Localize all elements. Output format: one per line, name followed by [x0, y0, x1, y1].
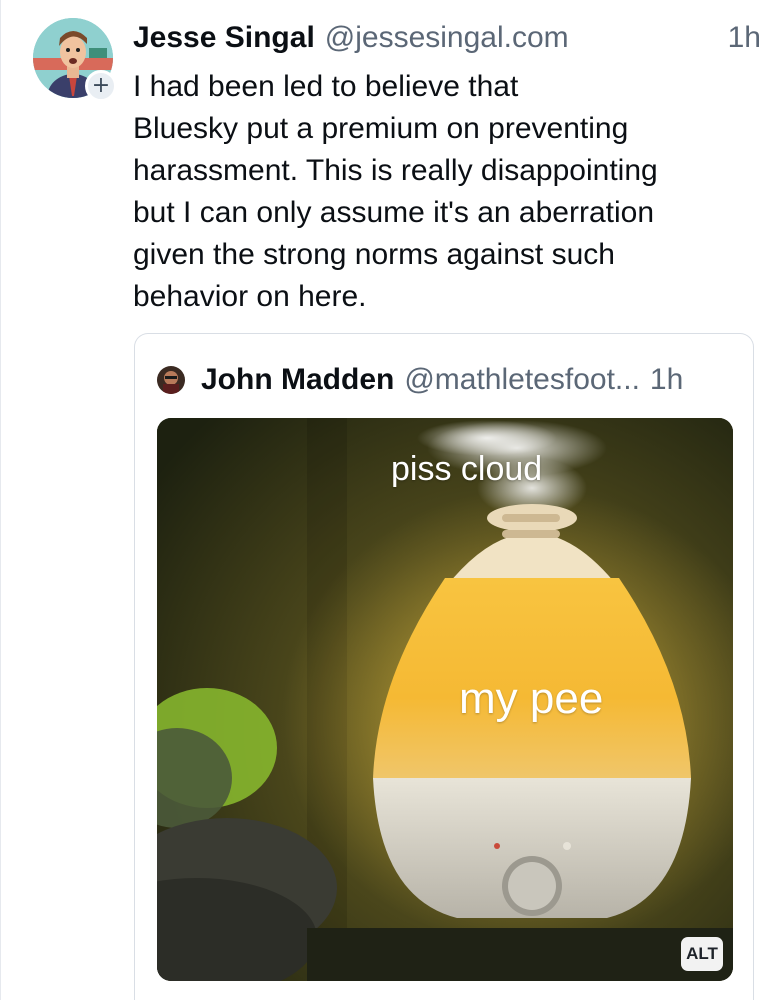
- quote-timestamp[interactable]: 1h: [650, 363, 683, 397]
- quote-author-handle[interactable]: @mathletesfoot...: [404, 363, 640, 397]
- post-text-line: Bluesky put a premium on preventing: [133, 112, 629, 145]
- post-text-line: I had been led to believe that: [133, 70, 519, 103]
- quote-author-avatar[interactable]: [157, 366, 185, 394]
- quote-image[interactable]: piss cloud my pee ALT: [157, 418, 733, 981]
- feed-left-border: [0, 0, 1, 1000]
- humidifier-image: [157, 418, 733, 981]
- author-avatar-container[interactable]: +: [33, 18, 117, 102]
- author-display-name[interactable]: Jesse Singal: [133, 21, 315, 55]
- quote-header: John Madden @mathletesfoot... 1h: [157, 360, 733, 400]
- meme-caption-top: piss cloud: [391, 450, 543, 488]
- quote-post-card[interactable]: John Madden @mathletesfoot... 1h piss cl…: [134, 333, 754, 1000]
- author-handle[interactable]: @jessesingal.com: [325, 21, 569, 55]
- post-text-line: behavior on here.: [133, 280, 367, 313]
- post-text-line: harassment. This is really disappointing: [133, 154, 658, 187]
- profile-photo-icon: [157, 366, 185, 394]
- quote-author-name[interactable]: John Madden: [201, 363, 394, 397]
- post-body-text: I had been led to believe that Bluesky p…: [133, 66, 763, 318]
- alt-text-button[interactable]: ALT: [681, 937, 723, 971]
- post-timestamp[interactable]: 1h: [728, 21, 761, 55]
- post-text-line: but I can only assume it's an aberration: [133, 196, 655, 229]
- meme-caption-center: my pee: [459, 674, 604, 723]
- post-text-line: given the strong norms against such: [133, 238, 615, 271]
- post-header: Jesse Singal @jessesingal.com 1h: [133, 21, 761, 61]
- follow-plus-icon[interactable]: +: [85, 70, 117, 102]
